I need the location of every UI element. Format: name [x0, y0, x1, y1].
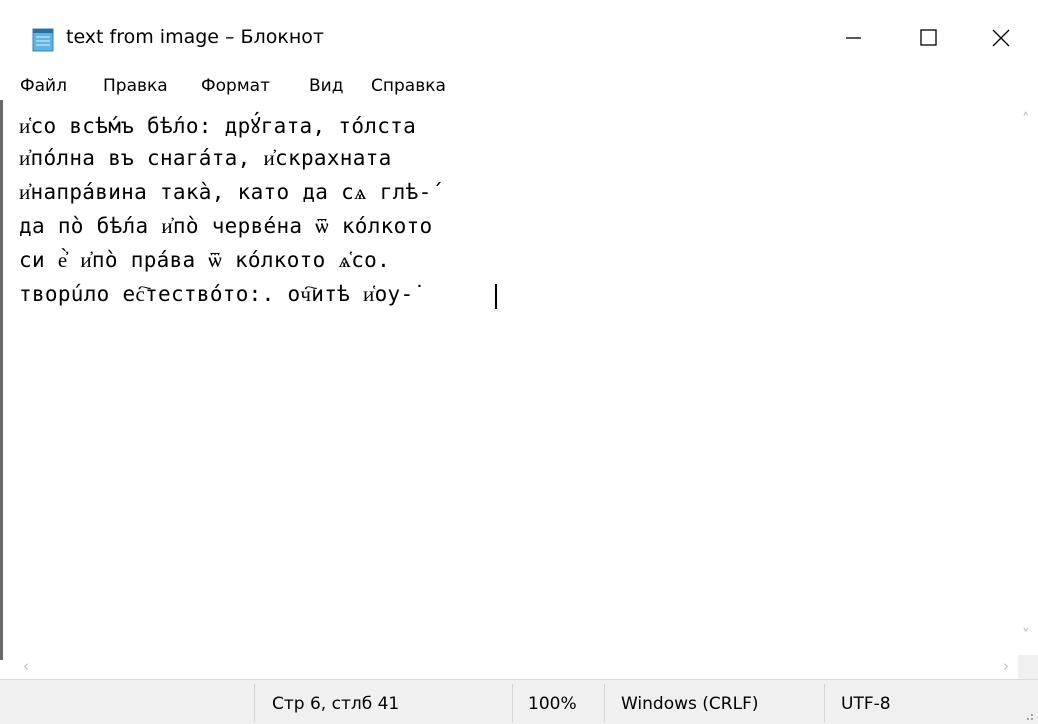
text-editor[interactable]: и҅со всѣ́мъ бѣ́ло: дрꙋ́гата, то́лста и҆п… — [3, 100, 1018, 655]
title-bar[interactable]: text from image – Блокнот — [0, 0, 1038, 70]
scroll-right-icon[interactable]: › — [1003, 657, 1009, 675]
status-divider — [254, 684, 255, 722]
menu-help[interactable]: Справка — [371, 76, 446, 96]
status-line-endings: Windows (CRLF) — [621, 694, 759, 714]
menu-view[interactable]: Вид — [309, 76, 343, 96]
text-line: и҆по́лна въ снага́та, и҆скрахната — [19, 146, 392, 170]
close-button[interactable] — [966, 12, 1036, 64]
notepad-window: text from image – Блокнот Файл Правка Фо… — [0, 0, 1038, 724]
maximize-button[interactable] — [892, 12, 962, 64]
text-line: творúло ес҇тество́то:. оч҇итѣ и҅оу-̇ — [19, 282, 414, 306]
text-line: си е҆̀ и҆пò пра́ва ѿ ко́лкото ѧ҅со. — [19, 248, 391, 272]
scroll-left-icon[interactable]: ‹ — [23, 657, 29, 675]
text-caret — [495, 284, 497, 309]
status-position: Стр 6, стлб 41 — [272, 694, 400, 714]
vertical-scrollbar[interactable]: ˄ ˅ — [1018, 100, 1038, 655]
status-divider — [824, 684, 825, 722]
status-zoom: 100% — [528, 694, 577, 714]
scrollbar-corner — [1018, 655, 1038, 679]
horizontal-scrollbar[interactable]: ‹ › — [3, 655, 1018, 679]
text-line: да пò бѣ́ла и҆пò черве́на ѿ ко́лкото — [19, 214, 433, 238]
text-line: и҆напра́вина такà, като да сѧ глѣ-́ — [19, 180, 432, 204]
notepad-icon — [30, 27, 56, 53]
menu-file[interactable]: Файл — [20, 76, 67, 96]
window-title: text from image – Блокнот — [66, 26, 324, 48]
menu-bar: Файл Правка Формат Вид Справка — [0, 74, 1038, 100]
scroll-down-icon[interactable]: ˅ — [1022, 626, 1030, 644]
status-divider — [604, 684, 605, 722]
text-line: и҅со всѣ́мъ бѣ́ло: дрꙋ́гата, то́лста — [19, 114, 417, 138]
menu-edit[interactable]: Правка — [103, 76, 168, 96]
menu-format[interactable]: Формат — [201, 76, 270, 96]
resize-grip-icon[interactable] — [1022, 706, 1034, 720]
status-divider — [512, 684, 513, 722]
scroll-up-icon[interactable]: ˄ — [1022, 110, 1030, 128]
status-encoding: UTF-8 — [841, 694, 891, 714]
status-bar: Стр 6, стлб 41 100% Windows (CRLF) UTF-8 — [0, 679, 1038, 724]
minimize-button[interactable] — [818, 12, 888, 64]
